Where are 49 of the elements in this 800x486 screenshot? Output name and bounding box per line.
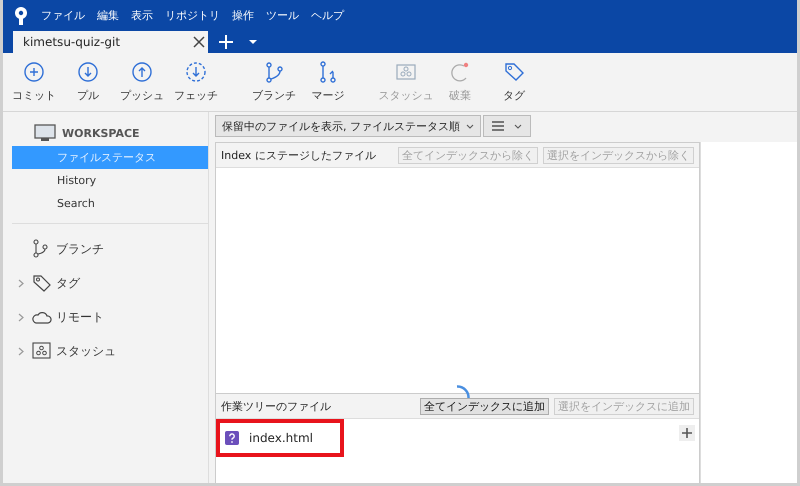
menu-item[interactable]: リポジトリ [165,8,220,23]
chevron-icon [18,346,24,356]
panel-title: Index にステージしたファイル [221,148,376,162]
tag-icon [503,61,525,83]
chevron-down-icon [466,124,474,128]
stage-file-button[interactable] [679,425,695,441]
sidebar-section[interactable]: スタッシュ [12,334,208,368]
sidebar-section[interactable]: リモート [12,300,208,334]
toolbar-button[interactable]: ブランチ [247,61,301,103]
up-arrow-circle-icon [131,61,153,83]
sidebar-item[interactable]: Search [12,192,208,215]
chevron-icon [18,278,24,288]
down-arrow-circle-icon [77,61,99,83]
menu-item[interactable]: ヘルプ [311,8,344,23]
plus-circle-icon [23,61,45,83]
list-icon [492,121,504,131]
toolbar-button[interactable]: プル [61,61,115,103]
tag-icon [32,273,52,293]
plus-icon [218,34,234,50]
toolbar-button[interactable]: プッシュ [115,61,169,103]
monitor-icon [34,124,56,142]
toolbar-button[interactable]: タグ [487,61,541,103]
section-heading: WORKSPACE [62,126,140,140]
chevron-icon [18,312,24,322]
sidebar-section[interactable]: タグ [12,266,208,300]
tab-label: kimetsu-quiz-git [23,35,120,49]
menu-item[interactable]: ツール [266,8,299,23]
menu-item[interactable]: ファイル [41,8,85,23]
dropdown-icon [248,39,258,45]
repo-tab[interactable]: kimetsu-quiz-git [13,31,208,53]
discard-icon [449,61,471,83]
menu-item[interactable]: 表示 [131,8,153,23]
stash-icon [32,341,52,361]
toolbar-button[interactable]: マージ [301,61,355,103]
panel-title: 作業ツリーのファイル [221,398,331,414]
toolbar-button[interactable]: フェッチ [169,61,223,103]
panel-button[interactable]: 全てインデックスに追加 [420,398,549,414]
menu-item[interactable]: 操作 [232,8,254,23]
sidebar-section[interactable]: ブランチ [12,232,208,266]
toolbar-button[interactable]: コミット [7,61,61,103]
chevron-down-icon [514,124,522,128]
filter-dropdown[interactable]: 保留中のファイルを表示, ファイルステータス順 [215,115,481,137]
view-mode-button[interactable] [483,115,531,137]
menu-item[interactable]: 編集 [97,8,119,23]
plus-icon [682,428,692,438]
file-name[interactable]: index.html [249,431,313,445]
close-icon [193,36,205,48]
app-logo-icon [13,6,29,26]
sidebar-item[interactable]: History [12,169,208,192]
